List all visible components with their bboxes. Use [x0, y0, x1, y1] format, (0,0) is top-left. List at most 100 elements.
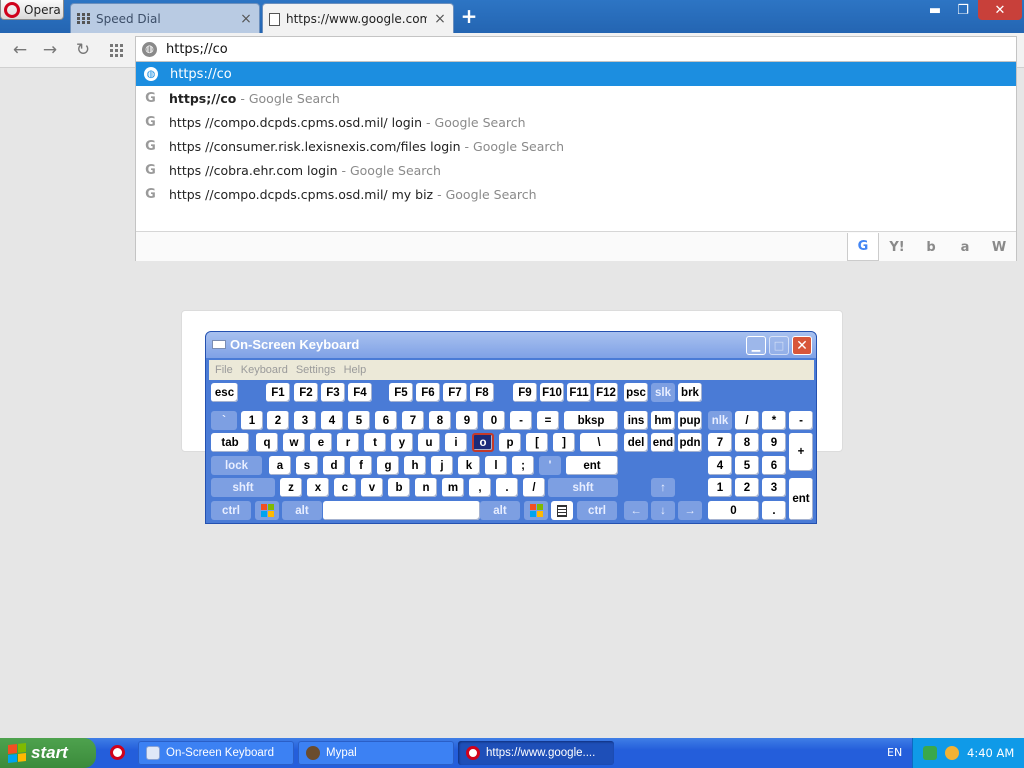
key-f12[interactable]: F12 — [594, 383, 618, 402]
key-kp-sub[interactable]: - — [789, 411, 813, 430]
key-n0[interactable]: 0 — [483, 411, 505, 430]
menu-settings[interactable]: Settings — [296, 364, 336, 376]
key-f3[interactable]: F3 — [321, 383, 345, 402]
key-f11[interactable]: F11 — [567, 383, 591, 402]
address-bar[interactable]: ◍ — [135, 36, 1017, 62]
amazon-search-icon[interactable]: a — [949, 233, 981, 261]
key-lctrl[interactable]: ctrl — [211, 501, 251, 520]
yahoo-search-icon[interactable]: Y! — [881, 233, 913, 261]
speed-dial-button[interactable] — [104, 38, 128, 62]
key-right[interactable]: → — [678, 501, 702, 520]
key-f2[interactable]: F2 — [294, 383, 318, 402]
key-n1[interactable]: 1 — [241, 411, 263, 430]
key-f4[interactable]: F4 — [348, 383, 372, 402]
tab-close-icon[interactable]: × — [239, 11, 253, 27]
key-n3[interactable]: 3 — [294, 411, 316, 430]
key-p[interactable]: p — [499, 433, 521, 452]
key-y[interactable]: y — [391, 433, 413, 452]
key-space[interactable] — [323, 501, 480, 520]
key-n[interactable]: n — [415, 478, 437, 497]
key-lock[interactable]: lock — [211, 456, 262, 475]
clock[interactable]: 4:40 AM — [967, 746, 1014, 760]
key-kp5[interactable]: 5 — [735, 456, 759, 475]
key-quote[interactable]: ' — [539, 456, 561, 475]
suggestion-item[interactable]: G https;//co - Google Search — [136, 86, 1016, 110]
key-kp3[interactable]: 3 — [762, 478, 786, 497]
key-kp1[interactable]: 1 — [708, 478, 732, 497]
tab-speed-dial[interactable]: Speed Dial × — [70, 3, 260, 33]
key-j[interactable]: j — [431, 456, 453, 475]
key-n8[interactable]: 8 — [429, 411, 451, 430]
key-psc[interactable]: psc — [624, 383, 648, 402]
key-k[interactable]: k — [458, 456, 480, 475]
network-icon[interactable] — [923, 746, 937, 760]
key-equals[interactable]: = — [537, 411, 559, 430]
window-minimize-button[interactable]: ▬ — [922, 0, 948, 20]
key-rshft[interactable]: shft — [548, 478, 618, 497]
key-q[interactable]: q — [256, 433, 278, 452]
key-kp-div[interactable]: / — [735, 411, 759, 430]
osk-minimize-button[interactable]: ▁ — [746, 336, 766, 355]
key-u[interactable]: u — [418, 433, 440, 452]
task-on-screen-keyboard[interactable]: On-Screen Keyboard — [138, 741, 294, 765]
suggestion-item[interactable]: ◍ https://co — [136, 62, 1016, 86]
tab-google[interactable]: https://www.google.com × — [262, 3, 454, 34]
key-i[interactable]: i — [445, 433, 467, 452]
osk-close-button[interactable]: ✕ — [792, 336, 812, 355]
start-button[interactable]: start — [0, 738, 96, 768]
key-left[interactable]: ← — [624, 501, 648, 520]
language-indicator[interactable]: EN — [887, 746, 902, 759]
key-kp7[interactable]: 7 — [708, 433, 732, 452]
key-n4[interactable]: 4 — [321, 411, 343, 430]
key-c[interactable]: c — [334, 478, 356, 497]
key-t[interactable]: t — [364, 433, 386, 452]
suggestion-item[interactable]: G https //cobra.ehr.com login - Google S… — [136, 158, 1016, 182]
wikipedia-search-icon[interactable]: W — [983, 233, 1015, 261]
key-v[interactable]: v — [361, 478, 383, 497]
key-f6[interactable]: F6 — [416, 383, 440, 402]
key-z[interactable]: z — [280, 478, 302, 497]
key-f7[interactable]: F7 — [443, 383, 467, 402]
opera-quicklaunch-icon[interactable] — [110, 745, 125, 760]
osk-title-bar[interactable]: On-Screen Keyboard ▁ □ ✕ — [206, 332, 816, 358]
key-l[interactable]: l — [485, 456, 507, 475]
menu-file[interactable]: File — [215, 364, 233, 376]
key-kp2[interactable]: 2 — [735, 478, 759, 497]
key-kp4[interactable]: 4 — [708, 456, 732, 475]
key-backslash[interactable]: \ — [580, 433, 618, 452]
key-s[interactable]: s — [296, 456, 318, 475]
key-kp0[interactable]: 0 — [708, 501, 759, 520]
task-opera[interactable]: https://www.google.... — [458, 741, 614, 765]
key-kp-dot[interactable]: . — [762, 501, 786, 520]
key-a[interactable]: a — [269, 456, 291, 475]
key-hm[interactable]: hm — [651, 411, 675, 430]
key-n5[interactable]: 5 — [348, 411, 370, 430]
key-ralt[interactable]: alt — [480, 501, 520, 520]
key-tab[interactable]: tab — [211, 433, 249, 452]
key-pup[interactable]: pup — [678, 411, 702, 430]
google-search-icon[interactable]: G — [847, 233, 879, 261]
suggestion-item[interactable]: G https //compo.dcpds.cpms.osd.mil/ my b… — [136, 182, 1016, 206]
key-nlk[interactable]: nlk — [708, 411, 732, 430]
key-backtick[interactable]: ` — [211, 411, 237, 430]
key-f5[interactable]: F5 — [389, 383, 413, 402]
menu-help[interactable]: Help — [344, 364, 367, 376]
key-comma[interactable]: , — [469, 478, 491, 497]
key-n7[interactable]: 7 — [402, 411, 424, 430]
key-x[interactable]: x — [307, 478, 329, 497]
address-input[interactable] — [166, 41, 866, 57]
tab-close-icon[interactable]: × — [433, 11, 447, 27]
suggestion-item[interactable]: G https //compo.dcpds.cpms.osd.mil/ logi… — [136, 110, 1016, 134]
key-esc[interactable]: esc — [211, 383, 238, 402]
key-slk[interactable]: slk — [651, 383, 675, 402]
key-d[interactable]: d — [323, 456, 345, 475]
key-ent[interactable]: ent — [566, 456, 618, 475]
osk-maximize-button[interactable]: □ — [769, 336, 789, 355]
key-rwin-icon[interactable] — [524, 501, 548, 520]
key-lwin-icon[interactable] — [255, 501, 279, 520]
key-h[interactable]: h — [404, 456, 426, 475]
key-kp8[interactable]: 8 — [735, 433, 759, 452]
key-n6[interactable]: 6 — [375, 411, 397, 430]
key-period[interactable]: . — [496, 478, 518, 497]
key-kp6[interactable]: 6 — [762, 456, 786, 475]
